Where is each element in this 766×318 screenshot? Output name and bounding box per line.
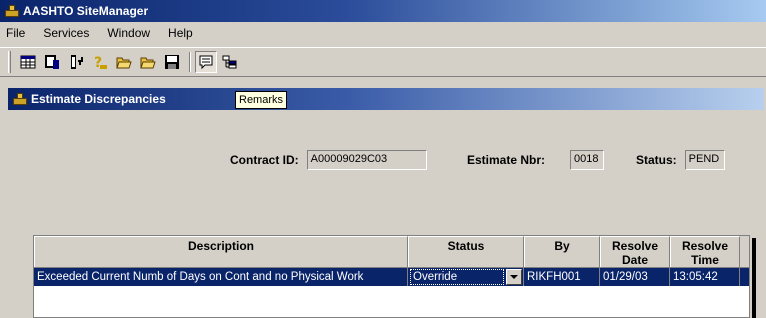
row-resolve-date[interactable]: 01/29/03 (600, 268, 670, 286)
child-window-icon (12, 91, 28, 107)
child-window-title: Estimate Discrepancies (31, 92, 166, 106)
status-field[interactable]: PEND (684, 150, 725, 170)
menu-bar: File Services Window Help (0, 22, 766, 44)
contract-id-label: Contract ID: (230, 153, 299, 167)
remarks-icon[interactable] (195, 51, 217, 73)
menu-window[interactable]: Window (97, 26, 158, 40)
grid-scroll-edge (752, 238, 756, 318)
menu-services[interactable]: Services (33, 26, 97, 40)
contract-id-field[interactable]: A00009029C03 (306, 150, 427, 170)
grid-header: Description Status By Resolve Date Resol… (34, 236, 749, 268)
save-icon[interactable] (161, 51, 183, 73)
column-header-description[interactable]: Description (34, 236, 408, 267)
report-icon[interactable] (41, 51, 63, 73)
row-resolve-time[interactable]: 13:05:42 (670, 268, 740, 286)
toolbar-grip[interactable] (8, 51, 11, 73)
insert-icon[interactable] (65, 51, 87, 73)
menu-help[interactable]: Help (158, 26, 201, 40)
table-row[interactable]: Exceeded Current Numb of Days on Cont an… (34, 268, 749, 286)
column-header-by[interactable]: By (524, 236, 600, 267)
toolbar-separator (189, 52, 191, 72)
open-folder-icon[interactable] (113, 51, 135, 73)
column-header-resolve-date[interactable]: Resolve Date (600, 236, 670, 267)
open-folder-2-icon[interactable] (137, 51, 159, 73)
estimate-nbr-label: Estimate Nbr: (467, 153, 546, 167)
help-icon[interactable]: ? (89, 51, 111, 73)
discrepancy-grid: Description Status By Resolve Date Resol… (33, 235, 750, 318)
contract-id-group: Contract ID: A00009029C03 (230, 150, 427, 170)
row-by[interactable]: RIKFH001 (524, 268, 600, 286)
row-description[interactable]: Exceeded Current Numb of Days on Cont an… (34, 268, 408, 286)
status-group: Status: PEND (636, 150, 725, 170)
app-title: AASHTO SiteManager (23, 4, 149, 18)
remarks-tooltip: Remarks (235, 91, 288, 109)
toolbar: ? (0, 47, 766, 77)
estimate-nbr-field[interactable]: 0018 (570, 150, 605, 170)
status-label: Status: (636, 153, 677, 167)
estimate-nbr-group: Estimate Nbr: 0018 (467, 150, 605, 170)
table-icon[interactable] (17, 51, 39, 73)
child-window-title-bar: Estimate Discrepancies (8, 88, 764, 110)
app-title-bar: AASHTO SiteManager (0, 0, 766, 22)
status-dropdown-value[interactable]: Override (410, 269, 504, 285)
tree-icon[interactable] (219, 51, 241, 73)
app-logo-icon (4, 3, 20, 19)
column-header-resolve-time[interactable]: Resolve Time (670, 236, 740, 267)
column-header-status[interactable]: Status (408, 236, 524, 267)
chevron-down-icon[interactable] (506, 269, 522, 285)
menu-file[interactable]: File (0, 26, 33, 40)
row-status-dropdown[interactable]: Override (408, 268, 524, 286)
